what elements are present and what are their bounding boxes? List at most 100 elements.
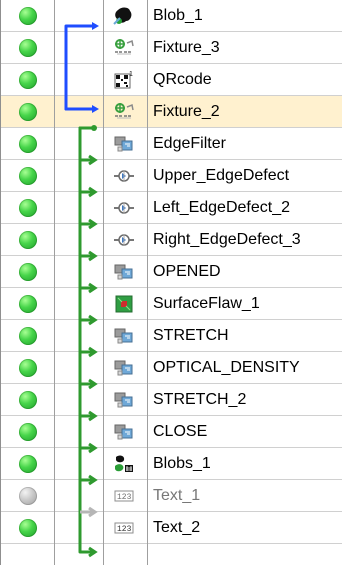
tool-name: SurfaceFlaw_1 [153,295,260,312]
tool-row-right-edgedefect-3[interactable]: Right_EdgeDefect_3 [0,224,342,256]
tool-name: EdgeFilter [153,135,226,152]
pass-status-icon [19,359,37,377]
status-cell [0,128,54,160]
tool-name: QRcode [153,71,212,88]
tool-row-qrcode[interactable]: 1 QRcode [0,64,342,96]
image-filter-icon [114,328,133,344]
blobs-icon [115,455,133,472]
pass-status-icon [19,327,37,345]
status-cell [0,512,54,544]
status-cell [0,352,54,384]
tool-icon-cell [103,256,147,288]
edge-defect-icon [114,202,134,214]
tool-name: Upper_EdgeDefect [153,167,290,184]
tool-row-stretch[interactable]: STRETCH [0,320,342,352]
tool-row-blob-1[interactable]: Blob_1 [0,0,342,32]
tool-name: Blobs_1 [153,455,211,472]
tool-name: CLOSE [153,423,208,440]
pass-status-icon [19,199,37,217]
text-icon: 123 [114,490,134,502]
tool-row-optical-density[interactable]: OPTICAL_DENSITY [0,352,342,384]
tool-row-left-edgedefect-2[interactable]: Left_EdgeDefect_2 [0,192,342,224]
tool-icon-cell [103,96,147,128]
image-filter-icon [114,392,133,408]
pass-status-icon [19,519,37,537]
status-cell [0,288,54,320]
tool-name: Fixture_2 [153,103,220,120]
blob-icon [113,7,132,25]
qrcode-icon: 1 [114,71,133,89]
tool-name: Text_2 [153,519,201,536]
tool-row-fixture-3[interactable]: Fixture_3 [0,32,342,64]
tool-name: Blob_1 [153,7,203,24]
status-cell [0,448,54,480]
tool-row-text-1[interactable]: 123 Text_1 [0,480,342,512]
status-cell [0,0,54,32]
status-cell [0,192,54,224]
status-cell [0,64,54,96]
tool-name: STRETCH_2 [153,391,247,408]
fixture-icon [115,39,134,55]
edge-defect-icon [114,234,134,246]
pass-status-icon [19,135,37,153]
tool-name: Text_1 [153,487,201,504]
pass-status-icon [19,103,37,121]
pass-status-icon [19,295,37,313]
status-cell [0,416,54,448]
tool-icon-cell: 123 [103,480,147,512]
tool-icon-cell [103,320,147,352]
tool-row-close[interactable]: CLOSE [0,416,342,448]
text-2-link-arrow [80,546,98,558]
tool-name: OPTICAL_DENSITY [153,359,300,376]
tool-icon-cell [103,224,147,256]
image-filter-icon [114,136,133,152]
tool-name: Left_EdgeDefect_2 [153,199,290,216]
pass-status-icon [19,231,37,249]
image-filter-icon [114,424,133,440]
tool-icon-cell [103,448,147,480]
status-cell [0,32,54,64]
name-column-divider [147,0,148,565]
pass-status-icon [19,71,37,89]
qrcode-icon-label: 1 [129,71,133,78]
tool-name: Right_EdgeDefect_3 [153,231,301,248]
tool-row-edgefilter[interactable]: EdgeFilter [0,128,342,160]
tool-icon-cell [103,128,147,160]
tool-row-fixture-2[interactable]: Fixture_2 [0,96,342,128]
tool-name: Fixture_3 [153,39,220,56]
tool-icon-cell [103,0,147,32]
fixture-icon [115,103,134,119]
tool-icon-cell [103,192,147,224]
pass-status-icon [19,39,37,57]
edge-defect-icon [114,170,134,182]
tool-row-stretch-2[interactable]: STRETCH_2 [0,384,342,416]
text-icon-label: 123 [117,525,132,534]
image-filter-icon [114,360,133,376]
tool-row-text-2[interactable]: 123 Text_2 [0,512,342,544]
tool-icon-cell [103,416,147,448]
tool-icon-cell: 123 [103,512,147,544]
status-cell [0,160,54,192]
status-cell [0,96,54,128]
pass-status-icon [19,7,37,25]
pass-status-icon [19,455,37,473]
pass-status-icon [19,167,37,185]
status-cell [0,480,54,512]
tool-icon-cell [103,384,147,416]
tool-row-opened[interactable]: OPENED [0,256,342,288]
surface-flaw-icon [115,295,133,313]
status-cell [0,320,54,352]
tool-row-surfaceflaw-1[interactable]: SurfaceFlaw_1 [0,288,342,320]
status-cell [0,384,54,416]
pass-status-icon [19,391,37,409]
disabled-status-icon [19,487,37,505]
tool-icon-cell [103,32,147,64]
status-column-divider [54,0,55,565]
left-grid-line [0,0,1,565]
tool-icon-cell [103,352,147,384]
tool-icon-cell: 1 [103,64,147,96]
status-cell [0,224,54,256]
tool-icon-cell [103,288,147,320]
tool-row-blobs-1[interactable]: Blobs_1 [0,448,342,480]
tool-row-upper-edgedefect[interactable]: Upper_EdgeDefect [0,160,342,192]
